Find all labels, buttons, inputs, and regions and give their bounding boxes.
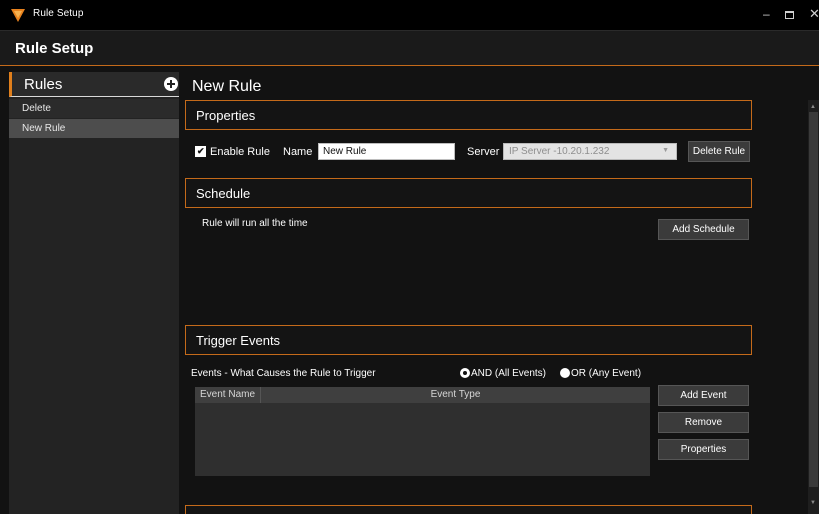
title-bar: Rule Setup – ✕ xyxy=(0,0,819,30)
event-properties-button[interactable]: Properties xyxy=(658,439,749,460)
events-table[interactable]: Event Name Event Type xyxy=(195,387,650,476)
rule-name-input[interactable] xyxy=(318,143,455,160)
server-select[interactable]: IP Server -10.20.1.232 ▼ xyxy=(503,143,677,160)
server-label: Server xyxy=(467,146,500,158)
schedule-section-header: Schedule xyxy=(185,178,752,208)
sidebar-item-delete[interactable]: Delete xyxy=(9,99,179,118)
server-select-value: IP Server -10.20.1.232 xyxy=(509,146,610,157)
add-rule-icon[interactable] xyxy=(164,77,178,91)
page-title: New Rule xyxy=(192,78,262,95)
schedule-section-label: Schedule xyxy=(196,186,251,201)
vertical-scrollbar[interactable]: ▲ ▼ xyxy=(808,100,819,514)
or-radio[interactable] xyxy=(560,368,570,378)
sidebar-item-new-rule[interactable]: New Rule xyxy=(9,119,179,138)
properties-section-label: Properties xyxy=(196,108,256,123)
add-event-button[interactable]: Add Event xyxy=(658,385,749,406)
trigger-events-section-label: Trigger Events xyxy=(196,333,281,348)
checkmark-icon: ✔ xyxy=(197,146,205,156)
chevron-down-icon: ▼ xyxy=(662,147,669,154)
sidebar-header: Rules xyxy=(9,72,179,97)
schedule-description: Rule will run all the time xyxy=(202,218,308,229)
next-section-header xyxy=(185,505,752,514)
name-label: Name xyxy=(283,146,313,158)
scroll-up-icon[interactable]: ▲ xyxy=(810,104,816,110)
column-header-event-name[interactable]: Event Name xyxy=(195,387,261,403)
remove-event-button[interactable]: Remove xyxy=(658,412,749,433)
scroll-down-icon[interactable]: ▼ xyxy=(810,500,816,506)
properties-section-header: Properties xyxy=(185,100,752,130)
trigger-events-section-header: Trigger Events xyxy=(185,325,752,355)
or-radio-label[interactable]: OR (Any Event) xyxy=(571,368,641,379)
and-radio-label[interactable]: AND (All Events) xyxy=(471,368,546,379)
column-header-event-type[interactable]: Event Type xyxy=(261,387,650,403)
maximize-button[interactable] xyxy=(785,11,794,19)
app-header-title: Rule Setup xyxy=(15,40,94,57)
add-schedule-button[interactable]: Add Schedule xyxy=(658,219,749,240)
events-table-header: Event Name Event Type xyxy=(195,387,650,403)
app-header: Rule Setup xyxy=(0,30,819,66)
rule-setup-window: Rule Setup – ✕ Rule Setup Rules Delete N… xyxy=(0,0,819,514)
window-title: Rule Setup xyxy=(33,8,84,19)
enable-rule-label: Enable Rule xyxy=(210,146,270,158)
delete-rule-button[interactable]: Delete Rule xyxy=(688,141,750,162)
rules-sidebar: Rules Delete New Rule xyxy=(9,72,179,514)
and-radio[interactable] xyxy=(460,368,470,378)
close-button[interactable]: ✕ xyxy=(809,7,819,21)
events-description: Events - What Causes the Rule to Trigger xyxy=(191,368,376,379)
minimize-button[interactable]: – xyxy=(763,7,770,21)
enable-rule-checkbox[interactable]: ✔ xyxy=(195,146,206,157)
app-logo-icon xyxy=(11,9,25,22)
sidebar-title: Rules xyxy=(24,76,63,93)
scrollbar-thumb[interactable] xyxy=(809,112,818,487)
